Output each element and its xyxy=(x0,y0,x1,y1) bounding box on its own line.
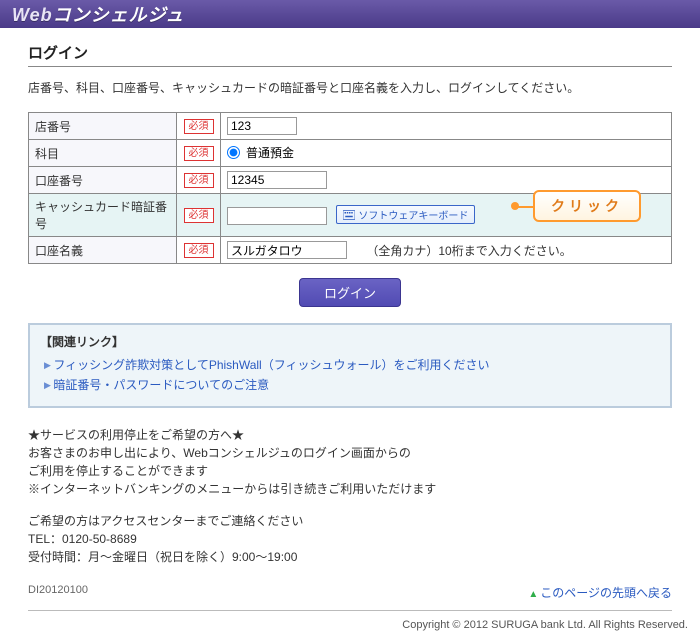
notice-line: 受付時間：月～金曜日（祝日を除く）9:00～19:00 xyxy=(28,548,672,566)
copyright: Copyright © 2012 SURUGA bank Ltd. All Ri… xyxy=(0,611,700,643)
row-branch: 店番号 必須 xyxy=(29,113,672,140)
keyboard-icon xyxy=(343,210,355,220)
label-account: 口座番号 xyxy=(29,167,177,194)
link-password-notice[interactable]: 暗証番号・パスワードについてのご注意 xyxy=(53,378,269,392)
row-type: 科目 必須 普通預金 xyxy=(29,140,672,167)
login-form-table: 店番号 必須 科目 必須 普通預金 口座番号 必須 キャッシュカード暗証番号 必… xyxy=(28,112,672,264)
related-links-box: 【関連リンク】 フィッシング詐欺対策としてPhishWall（フィッシュウォール… xyxy=(28,323,672,408)
notice-line: ご利用を停止することができます xyxy=(28,462,672,480)
account-type-radio[interactable] xyxy=(227,146,240,159)
list-item: 暗証番号・パスワードについてのご注意 xyxy=(44,376,660,393)
login-button[interactable]: ログイン xyxy=(299,278,401,307)
name-input[interactable] xyxy=(227,241,347,259)
required-tag: 必須 xyxy=(184,119,214,134)
page-title: ログイン xyxy=(28,42,672,67)
required-tag: 必須 xyxy=(184,243,214,258)
link-phishwall[interactable]: フィッシング詐欺対策としてPhishWall（フィッシュウォール）をご利用くださ… xyxy=(53,358,489,372)
notice-line: お客さまのお申し出により、Webコンシェルジュのログイン画面からの xyxy=(28,444,672,462)
row-name: 口座名義 必須 （全角カナ）10桁まで入力ください。 xyxy=(29,237,672,264)
notice-line: ご希望の方はアクセスセンターまでご連絡ください xyxy=(28,512,672,530)
notice-line: ※インターネットバンキングのメニューからは引き続きご利用いただけます xyxy=(28,480,672,498)
account-input[interactable] xyxy=(227,171,327,189)
software-keyboard-label: ソフトウェアキーボード xyxy=(358,207,468,222)
account-type-label: 普通預金 xyxy=(246,144,294,161)
intro-text: 店番号、科目、口座番号、キャッシュカードの暗証番号と口座名義を入力し、ログインし… xyxy=(28,79,672,96)
click-callout: クリック xyxy=(533,190,641,222)
pin-input[interactable] xyxy=(227,207,327,225)
list-item: フィッシング詐欺対策としてPhishWall（フィッシュウォール）をご利用くださ… xyxy=(44,356,660,373)
software-keyboard-button[interactable]: ソフトウェアキーボード xyxy=(336,205,475,224)
back-to-top-link[interactable]: このページの先頭へ戻る xyxy=(528,584,672,601)
row-pin: キャッシュカード暗証番号 必須 ソフトウェアキーボード クリック xyxy=(29,194,672,237)
label-pin: キャッシュカード暗証番号 xyxy=(29,194,177,237)
branch-input[interactable] xyxy=(227,117,297,135)
required-tag: 必須 xyxy=(184,173,214,188)
related-links-title: 【関連リンク】 xyxy=(40,333,660,350)
account-type-radio-wrap[interactable]: 普通預金 xyxy=(227,144,294,161)
label-branch: 店番号 xyxy=(29,113,177,140)
required-tag: 必須 xyxy=(184,146,214,161)
notice-line: ★サービスの利用停止をご希望の方へ★ xyxy=(28,426,672,444)
required-tag: 必須 xyxy=(184,208,214,223)
header-bar: Webコンシェルジュ xyxy=(0,0,700,28)
label-type: 科目 xyxy=(29,140,177,167)
service-notice: ★サービスの利用停止をご希望の方へ★ お客さまのお申し出により、Webコンシェル… xyxy=(28,426,672,566)
label-name: 口座名義 xyxy=(29,237,177,264)
name-hint: （全角カナ）10桁まで入力ください。 xyxy=(366,244,571,258)
app-title: Webコンシェルジュ xyxy=(12,1,184,27)
